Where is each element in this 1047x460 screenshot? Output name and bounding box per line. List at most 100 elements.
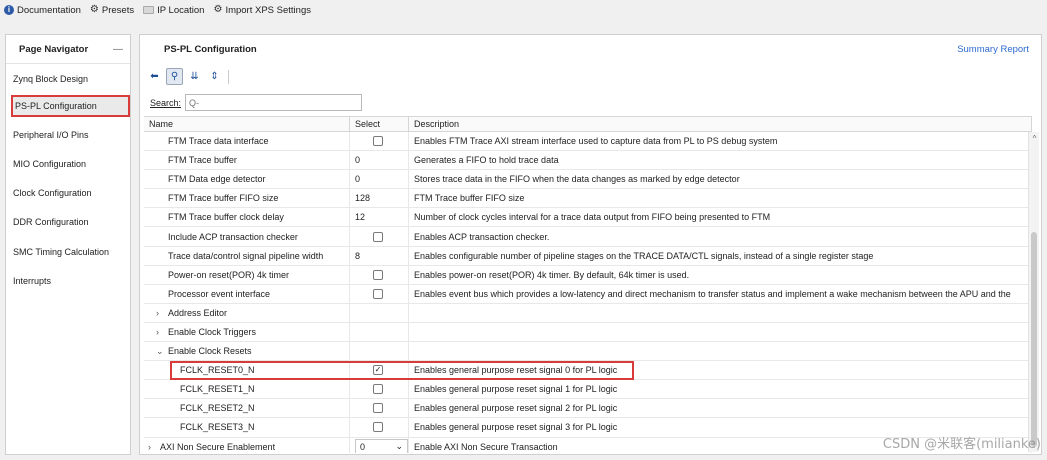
row-name-cell: FCLK_RESET0_N xyxy=(144,361,350,380)
chevron-down-icon[interactable]: ⌄ xyxy=(156,346,168,357)
search-field[interactable] xyxy=(189,97,340,108)
row-name-cell: FTM Trace data interface xyxy=(144,132,350,151)
row-name-cell: FCLK_RESET1_N xyxy=(144,380,350,399)
chevron-right-icon[interactable]: › xyxy=(156,308,168,318)
row-name-label: Processor event interface xyxy=(168,288,271,299)
row-description xyxy=(409,322,1032,342)
scroll-thumb[interactable] xyxy=(1031,232,1037,447)
row-description: Enables ACP transaction checker. xyxy=(409,227,1032,246)
page-navigator: Page Navigator — Zynq Block Design PS-PL … xyxy=(5,34,131,455)
column-header-select[interactable]: Select xyxy=(350,117,409,131)
vertical-scrollbar[interactable]: ^ xyxy=(1028,132,1039,452)
select-checkbox[interactable] xyxy=(373,288,383,299)
column-header-description[interactable]: Description xyxy=(409,117,1032,131)
sidebar-item-ps-pl-configuration[interactable]: PS-PL Configuration xyxy=(11,95,130,117)
row-description: Number of clock cycles interval for a tr… xyxy=(409,208,1032,227)
table-row[interactable]: FCLK_RESET2_N Enables general purpose res… xyxy=(144,399,1032,419)
row-name-cell: › AXI Non Secure Enablement xyxy=(144,437,350,453)
select-dropdown[interactable]: 0 ⌄ xyxy=(355,439,408,453)
row-description xyxy=(409,303,1032,322)
table-row[interactable]: › Address Editor xyxy=(144,303,1032,323)
row-select-cell: 128 xyxy=(350,189,409,208)
row-name-cell: Power-on reset(POR) 4k timer xyxy=(144,265,350,284)
search-input[interactable] xyxy=(185,94,363,111)
row-select-cell: 0 xyxy=(350,170,409,189)
table-row[interactable]: FTM Trace buffer clock delay 12 Number of … xyxy=(144,208,1032,228)
row-name-label: Enable Clock Resets xyxy=(168,346,252,357)
row-description: Enables FTM Trace AXI stream interface u… xyxy=(409,132,1032,151)
row-name-label: Address Editor xyxy=(168,307,228,318)
top-toolbar: i Documentation ⚙ Presets IP Location ⚙ … xyxy=(0,0,1047,20)
table-body: FTM Trace data interface Enables FTM Trac… xyxy=(144,132,1032,453)
sidebar-item-interrupts[interactable]: Interrupts xyxy=(6,270,130,292)
table-row[interactable]: Power-on reset(POR) 4k timer Enables powe… xyxy=(144,265,1032,285)
select-checkbox[interactable] xyxy=(373,422,383,433)
sidebar-item-ddr-configuration[interactable]: DDR Configuration xyxy=(6,211,130,233)
select-checkbox[interactable] xyxy=(373,403,383,414)
chevron-down-icon: ⌄ xyxy=(395,441,403,452)
documentation-button[interactable]: i Documentation xyxy=(4,5,81,16)
import-xps-button[interactable]: ⚙ Import XPS Settings xyxy=(213,5,311,16)
table-row[interactable]: FCLK_RESET0_N ✓ Enables general purpose re… xyxy=(144,361,1032,381)
summary-report-link[interactable]: Summary Report xyxy=(957,44,1029,55)
select-value[interactable]: 0 xyxy=(355,155,360,165)
row-description: FTM Trace buffer FIFO size xyxy=(409,189,1032,208)
row-select-cell: ✓ xyxy=(350,361,409,380)
row-description: Enables configurable number of pipeline … xyxy=(409,246,1032,265)
table-row[interactable]: FTM Trace data interface Enables FTM Trac… xyxy=(144,132,1032,152)
documentation-label: Documentation xyxy=(17,4,81,16)
row-select-cell: 12 xyxy=(350,208,409,227)
row-name-label: FCLK_RESET0_N xyxy=(180,365,255,376)
sidebar-item-zynq-block-design[interactable]: Zynq Block Design xyxy=(6,68,130,90)
row-select-cell xyxy=(350,303,409,322)
row-select-cell xyxy=(350,399,409,418)
chevron-right-icon[interactable]: › xyxy=(156,327,168,337)
gear-icon: ⚙ xyxy=(89,4,99,15)
row-select-cell xyxy=(350,284,409,303)
table-toolbar: ⬅ ⚲ ⇊ ⇕ xyxy=(146,68,231,85)
table-row[interactable]: FTM Trace buffer FIFO size 128 FTM Trace b… xyxy=(144,189,1032,209)
select-checkbox[interactable] xyxy=(373,231,383,242)
search-icon[interactable]: ⚲ xyxy=(166,68,183,85)
select-checkbox[interactable] xyxy=(373,269,383,280)
sidebar-item-smc-timing-calculation[interactable]: SMC Timing Calculation xyxy=(6,241,130,263)
ip-location-button[interactable]: IP Location xyxy=(143,5,204,16)
row-name-cell: Trace data/control signal pipeline width xyxy=(144,246,350,265)
select-value[interactable]: 12 xyxy=(355,212,365,222)
table-row[interactable]: FTM Data edge detector 0 Stores trace data… xyxy=(144,170,1032,190)
table-header: Name Select Description xyxy=(144,117,1032,132)
table-row[interactable]: ⌄ Enable Clock Resets xyxy=(144,342,1032,362)
select-value[interactable]: 0 xyxy=(355,174,360,184)
table-row[interactable]: Trace data/control signal pipeline width… xyxy=(144,246,1032,266)
back-arrow-icon[interactable]: ⬅ xyxy=(146,68,163,85)
minimize-icon[interactable]: — xyxy=(113,44,123,55)
table-row[interactable]: FTM Trace buffer 0 Generates a FIFO to hol… xyxy=(144,151,1032,171)
table-row[interactable]: Processor event interface Enables event b… xyxy=(144,284,1032,304)
row-name-label: FTM Data edge detector xyxy=(168,174,266,185)
presets-button[interactable]: ⚙ Presets xyxy=(90,5,134,16)
select-value[interactable]: 8 xyxy=(355,251,360,261)
row-select-cell xyxy=(350,227,409,246)
gear-icon: ⚙ xyxy=(213,4,223,15)
select-checkbox[interactable] xyxy=(373,136,383,147)
select-checkbox[interactable]: ✓ xyxy=(373,365,383,376)
row-description xyxy=(409,342,1032,361)
scroll-up-icon[interactable]: ^ xyxy=(1029,134,1040,143)
chevron-right-icon[interactable]: › xyxy=(148,442,160,452)
sidebar-item-mio-configuration[interactable]: MIO Configuration xyxy=(6,153,130,175)
select-value[interactable]: 128 xyxy=(355,193,370,203)
info-icon: i xyxy=(4,5,14,15)
select-checkbox[interactable] xyxy=(373,384,383,395)
watermark: CSDN @米联客(milianke) xyxy=(882,437,1041,452)
search-label: Search: xyxy=(150,97,182,108)
collapse-all-icon[interactable]: ⇊ xyxy=(186,68,203,85)
sidebar-item-clock-configuration[interactable]: Clock Configuration xyxy=(6,182,130,204)
row-select-cell: 8 xyxy=(350,246,409,265)
expand-all-icon[interactable]: ⇕ xyxy=(206,68,223,85)
column-header-name[interactable]: Name xyxy=(144,117,350,131)
table-row[interactable]: Include ACP transaction checker Enables … xyxy=(144,227,1032,247)
row-select-cell xyxy=(350,322,409,342)
sidebar-item-peripheral-i-o-pins[interactable]: Peripheral I/O Pins xyxy=(6,124,130,146)
table-row[interactable]: › Enable Clock Triggers xyxy=(144,322,1032,343)
table-row[interactable]: FCLK_RESET1_N Enables general purpose res… xyxy=(144,380,1032,400)
